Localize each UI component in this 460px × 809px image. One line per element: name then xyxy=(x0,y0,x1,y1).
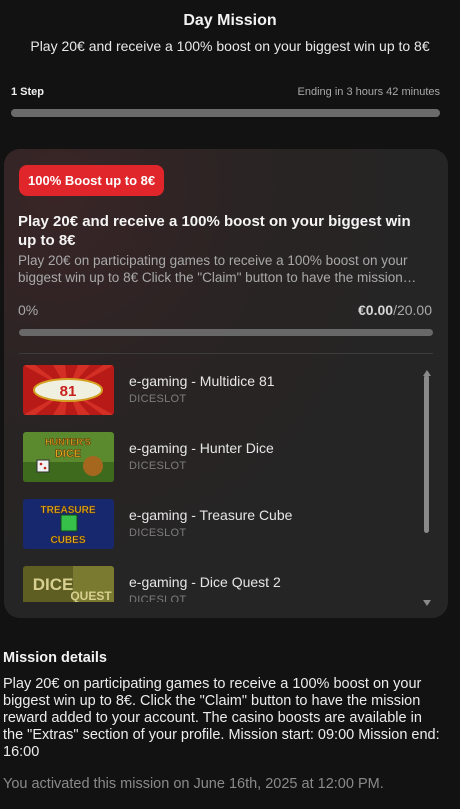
boost-badge: 100% Boost up to 8€ xyxy=(19,165,165,196)
svg-text:QUEST: QUEST xyxy=(70,589,112,602)
game-thumbnail-treasure-cube[interactable]: TREASURE CUBES xyxy=(23,499,114,549)
game-name[interactable]: e-gaming - Treasure Cube xyxy=(129,507,292,523)
game-name[interactable]: e-gaming - Hunter Dice xyxy=(129,440,274,456)
progress-amount: €0.00/20.00 xyxy=(358,302,432,318)
game-provider: DICESLOT xyxy=(129,527,187,539)
svg-text:HUNTER'S: HUNTER'S xyxy=(45,437,91,447)
svg-text:81: 81 xyxy=(60,383,77,400)
game-list[interactable]: 81 e-gaming - Multidice 81 DICESLOT HUNT… xyxy=(4,365,448,602)
details-title: Mission details xyxy=(3,650,107,666)
mission-progress-bar xyxy=(19,329,433,336)
scroll-up-arrow-icon[interactable] xyxy=(423,363,431,376)
game-provider: DICESLOT xyxy=(129,393,187,405)
svg-text:DICE: DICE xyxy=(55,448,81,460)
game-thumbnail-multidice[interactable]: 81 xyxy=(23,365,114,415)
page-title: Day Mission xyxy=(183,12,277,29)
progress-percent: 0% xyxy=(18,302,39,318)
divider xyxy=(19,353,433,354)
svg-text:CUBES: CUBES xyxy=(50,535,85,546)
mission-card: 100% Boost up to 8€ Play 20€ and receive… xyxy=(4,149,448,618)
scrollbar-thumb[interactable] xyxy=(424,375,429,533)
game-name[interactable]: e-gaming - Multidice 81 xyxy=(129,373,275,389)
mission-description: Play 20€ on participating games to recei… xyxy=(18,253,408,285)
list-item[interactable]: DICE QUEST e-gaming - Dice Quest 2 DICES… xyxy=(23,566,413,602)
game-thumbnail-hunter-dice[interactable]: HUNTER'S DICE xyxy=(23,432,114,482)
game-thumbnail-dice-quest[interactable]: DICE QUEST xyxy=(23,566,114,602)
list-item[interactable]: TREASURE CUBES e-gaming - Treasure Cube … xyxy=(23,499,413,549)
amount-current: €0.00 xyxy=(358,302,394,318)
mission-title: Play 20€ and receive a 100% boost on you… xyxy=(18,213,411,249)
game-provider: DICESLOT xyxy=(129,460,187,472)
scroll-down-arrow-icon[interactable] xyxy=(423,593,431,606)
game-provider: DICESLOT xyxy=(129,594,187,602)
step-label: 1 Step xyxy=(11,86,45,98)
svg-text:DICE: DICE xyxy=(33,575,74,594)
details-text: Play 20€ on participating games to recei… xyxy=(3,676,440,760)
svg-text:TREASURE: TREASURE xyxy=(40,505,95,516)
activation-note: You activated this mission on June 16th,… xyxy=(3,776,384,792)
list-item[interactable]: HUNTER'S DICE e-gaming - Hunter Dice DIC… xyxy=(23,432,413,482)
page-subtitle: Play 20€ and receive a 100% boost on you… xyxy=(30,38,430,54)
list-item[interactable]: 81 e-gaming - Multidice 81 DICESLOT xyxy=(23,365,413,415)
amount-target: /20.00 xyxy=(393,302,432,318)
ending-countdown: Ending in 3 hours 42 minutes xyxy=(297,86,440,98)
step-progress-bar xyxy=(11,109,440,117)
game-name[interactable]: e-gaming - Dice Quest 2 xyxy=(129,574,281,590)
